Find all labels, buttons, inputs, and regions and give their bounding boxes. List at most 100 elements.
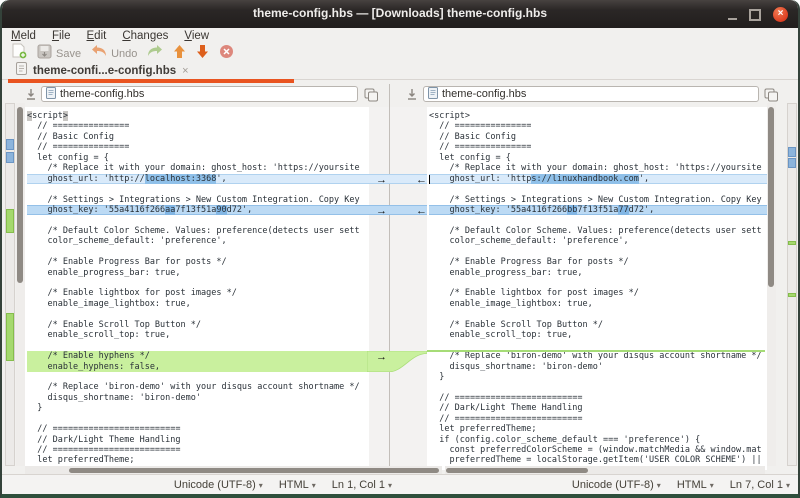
code-line: // =============== <box>429 142 767 152</box>
code-line: /* Replace 'biron-demo' with your disqus… <box>429 351 767 361</box>
code-line: enable_scroll_top: true, <box>429 330 767 340</box>
document-icon <box>46 87 56 102</box>
menu-item-view[interactable]: View <box>184 30 209 42</box>
left-syntax-selector[interactable]: HTML▾ <box>279 479 316 491</box>
new-comparison-button[interactable] <box>12 43 27 64</box>
code-line: // Dark/Light Theme Handling <box>27 435 369 445</box>
right-horizontal-scrollbar-thumb[interactable] <box>446 468 588 473</box>
code-line: /* Settings > Integrations > New Custom … <box>429 195 767 205</box>
pull-change-left-button[interactable]: ← <box>416 175 427 185</box>
push-change-right-button[interactable]: → <box>376 352 387 362</box>
code-line: // ========================= <box>429 393 767 403</box>
left-vertical-scrollbar-thumb[interactable] <box>17 107 23 283</box>
code-line: // ========================= <box>429 414 767 424</box>
pull-change-left-button[interactable]: ← <box>416 206 427 216</box>
code-line <box>429 382 767 392</box>
push-change-right-button[interactable]: → <box>376 206 387 216</box>
merge-gutter: ← → ← → → <box>367 111 427 466</box>
text-cursor <box>429 175 430 184</box>
right-filename: theme-config.hbs <box>442 88 526 100</box>
code-line: preferredTheme = localStorage.getItem('U… <box>429 455 767 465</box>
code-line: color_scheme_default: 'preference', <box>429 236 767 246</box>
push-change-right-button[interactable]: → <box>376 175 387 185</box>
inserted-chunk-mark <box>6 209 14 233</box>
code-line: /* Replace it with your domain: ghost_ho… <box>27 163 369 173</box>
next-change-button[interactable] <box>196 44 209 64</box>
close-button[interactable]: × <box>773 7 788 22</box>
code-line <box>27 215 369 225</box>
redo-icon <box>147 44 163 63</box>
code-line: const preferredColorScheme = (window.mat… <box>429 445 767 455</box>
titlebar[interactable]: theme-config.hbs — [Downloads] theme-con… <box>2 0 798 28</box>
code-line: let config = { <box>27 153 369 163</box>
code-line: /* Enable lightbox for post images */ <box>429 288 767 298</box>
right-chunk-map[interactable] <box>787 103 797 466</box>
code-line: let preferredTheme; <box>429 424 767 434</box>
code-line: enable_image_lightbox: true, <box>27 299 369 309</box>
code-line <box>27 247 369 257</box>
right-syntax-selector[interactable]: HTML▾ <box>677 479 714 491</box>
right-cursor-position[interactable]: Ln 7, Col 1▾ <box>730 479 790 491</box>
tab-close-icon[interactable]: × <box>182 65 188 77</box>
code-line: /* Enable hyphens */ <box>27 351 369 361</box>
save-label: Save <box>56 48 81 60</box>
left-file-select-button[interactable] <box>25 88 37 107</box>
code-line: if (config.color_scheme_default === 'pre… <box>429 435 767 445</box>
code-line: /* Enable Scroll Top Button */ <box>429 320 767 330</box>
code-line <box>429 278 767 288</box>
right-vertical-scrollbar-thumb[interactable] <box>768 107 774 287</box>
right-encoding-selector[interactable]: Unicode (UTF-8)▾ <box>572 479 661 491</box>
left-horizontal-scrollbar[interactable] <box>25 466 442 474</box>
inserted-chunk-mark <box>788 293 796 297</box>
save-icon <box>37 44 52 64</box>
code-line: // ========================= <box>27 424 369 434</box>
code-line: // Dark/Light Theme Handling <box>429 403 767 413</box>
code-line <box>27 184 369 194</box>
menu-item-meld[interactable]: Meld <box>11 30 36 42</box>
code-line: /* Enable Progress Bar for posts */ <box>429 257 767 267</box>
code-line <box>429 184 767 194</box>
menu-item-file[interactable]: File <box>52 30 71 42</box>
menu-item-edit[interactable]: Edit <box>87 30 107 42</box>
code-line: enable_image_lightbox: true, <box>429 299 767 309</box>
code-line: /* Enable Progress Bar for posts */ <box>27 257 369 267</box>
left-encoding-selector[interactable]: Unicode (UTF-8)▾ <box>174 479 263 491</box>
right-horizontal-scrollbar[interactable] <box>445 466 765 474</box>
right-code-editor[interactable]: <script> // =============== // Basic Con… <box>427 107 767 470</box>
code-line: let config = { <box>429 153 767 163</box>
code-line: ghost_url: 'https://linuxhandbook.com', <box>429 174 767 184</box>
maximize-button[interactable] <box>749 9 761 21</box>
changed-chunk-mark <box>788 147 796 157</box>
right-vertical-scrollbar[interactable] <box>767 103 776 466</box>
left-chunk-map[interactable] <box>5 103 15 466</box>
code-line: /* Default Color Scheme. Values: prefere… <box>429 226 767 236</box>
save-button[interactable]: Save <box>37 44 81 64</box>
inserted-chunk-mark <box>6 313 14 361</box>
redo-button[interactable] <box>147 44 163 63</box>
left-copy-button[interactable] <box>364 88 379 107</box>
code-line <box>27 341 369 351</box>
left-filename-entry[interactable]: theme-config.hbs <box>41 86 358 102</box>
chevron-down-icon: ▾ <box>786 481 790 490</box>
right-file-select-button[interactable] <box>406 88 418 107</box>
code-line <box>27 414 369 424</box>
left-vertical-scrollbar[interactable] <box>16 103 25 466</box>
changed-chunk-mark <box>788 158 796 168</box>
undo-button[interactable]: Undo <box>91 44 137 63</box>
code-line: /* Default Color Scheme. Values: prefere… <box>27 226 369 236</box>
tab-theme-config[interactable]: theme-confi...e-config.hbs × <box>16 63 294 79</box>
left-code-editor[interactable]: <script> // =============== // Basic Con… <box>25 107 369 470</box>
left-filename: theme-config.hbs <box>60 88 144 100</box>
previous-change-button[interactable] <box>173 44 186 64</box>
code-line: enable_scroll_top: true, <box>27 330 369 340</box>
arrow-up-icon <box>173 44 186 64</box>
left-cursor-position[interactable]: Ln 1, Col 1▾ <box>332 479 392 491</box>
code-line: enable_progress_bar: true, <box>27 268 369 278</box>
code-line: } <box>429 372 767 382</box>
stop-button[interactable] <box>219 44 234 64</box>
menu-item-changes[interactable]: Changes <box>122 30 168 42</box>
right-filename-entry[interactable]: theme-config.hbs <box>423 86 759 102</box>
code-line: <script> <box>429 111 767 121</box>
left-horizontal-scrollbar-thumb[interactable] <box>69 468 439 473</box>
minimize-button[interactable] <box>728 18 737 20</box>
